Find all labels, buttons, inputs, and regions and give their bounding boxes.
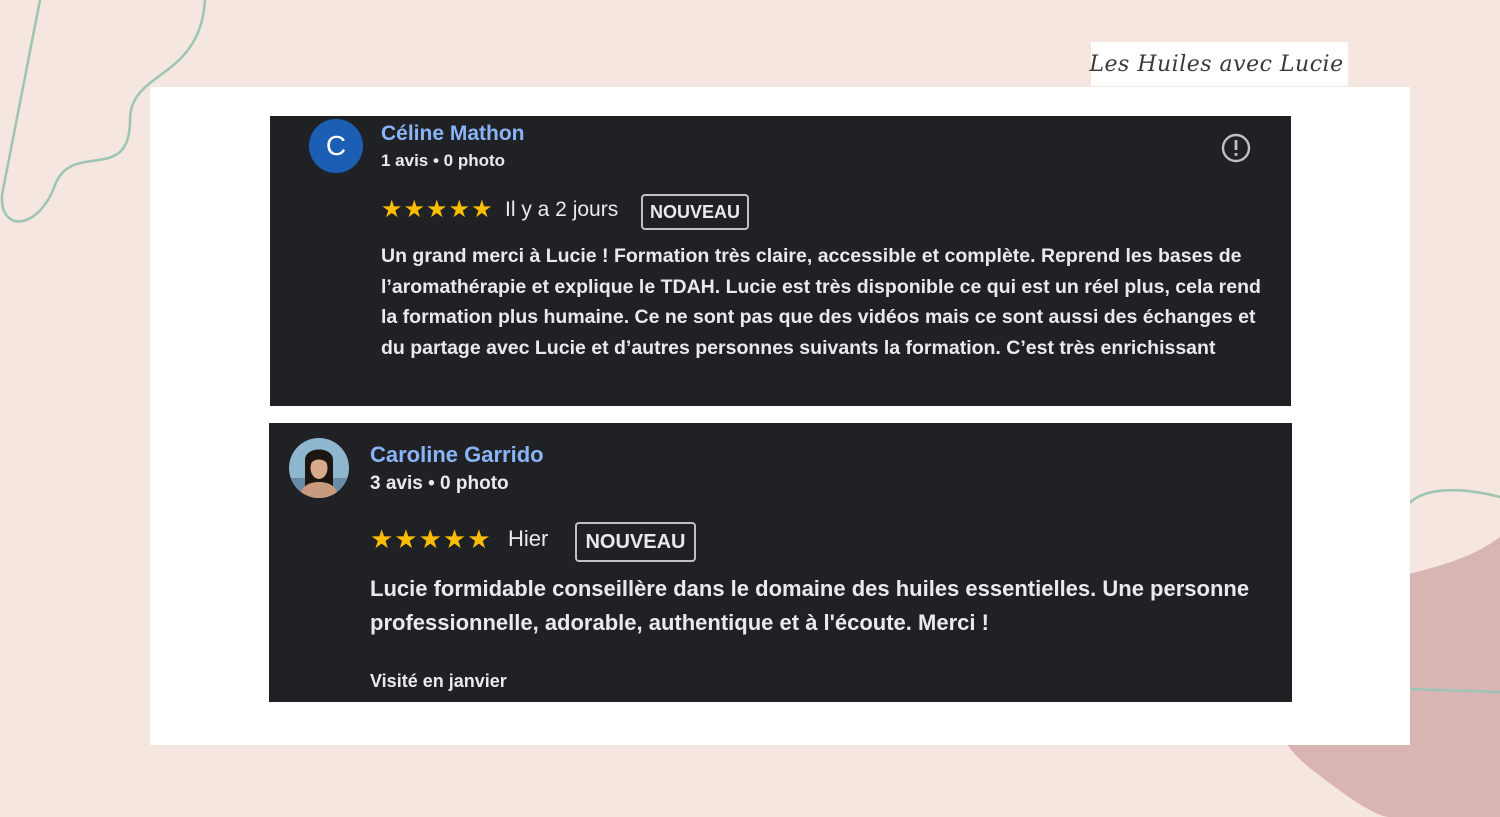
report-icon[interactable] <box>1220 132 1252 164</box>
review-card: C Céline Mathon 1 avis • 0 photo ★★★★★ I… <box>270 116 1291 406</box>
visit-date: Visité en janvier <box>370 671 507 691</box>
brand-name: Les Huiles avec Lucie <box>1089 51 1344 77</box>
review-text: Un grand merci à Lucie ! Formation très … <box>381 245 1261 359</box>
avatar[interactable] <box>289 438 349 498</box>
review-time: Il y a 2 jours <box>505 198 619 221</box>
author-name-link[interactable]: Caroline Garrido <box>370 442 544 468</box>
new-badge: NOUVEAU <box>641 194 749 230</box>
brand-logo: Les Huiles avec Lucie <box>1089 42 1348 86</box>
avatar-photo-icon <box>289 438 349 498</box>
author-meta: 1 avis • 0 photo <box>381 151 506 170</box>
star-rating: ★★★★★ <box>381 196 494 223</box>
author-name-link[interactable]: Céline Mathon <box>381 122 525 146</box>
badge-label: NOUVEAU <box>649 201 740 222</box>
review-card: Caroline Garrido 3 avis • 0 photo ★★★★★ … <box>269 423 1292 702</box>
review-time: Hier <box>508 526 549 551</box>
author-meta: 3 avis • 0 photo <box>370 473 509 494</box>
badge-label: NOUVEAU <box>585 530 686 553</box>
new-badge: NOUVEAU <box>575 522 696 562</box>
star-rating: ★★★★★ <box>370 524 492 554</box>
avatar[interactable]: C <box>309 119 363 173</box>
avatar-letter: C <box>325 130 347 161</box>
review-text: Lucie formidable conseillère dans le dom… <box>370 576 1250 635</box>
